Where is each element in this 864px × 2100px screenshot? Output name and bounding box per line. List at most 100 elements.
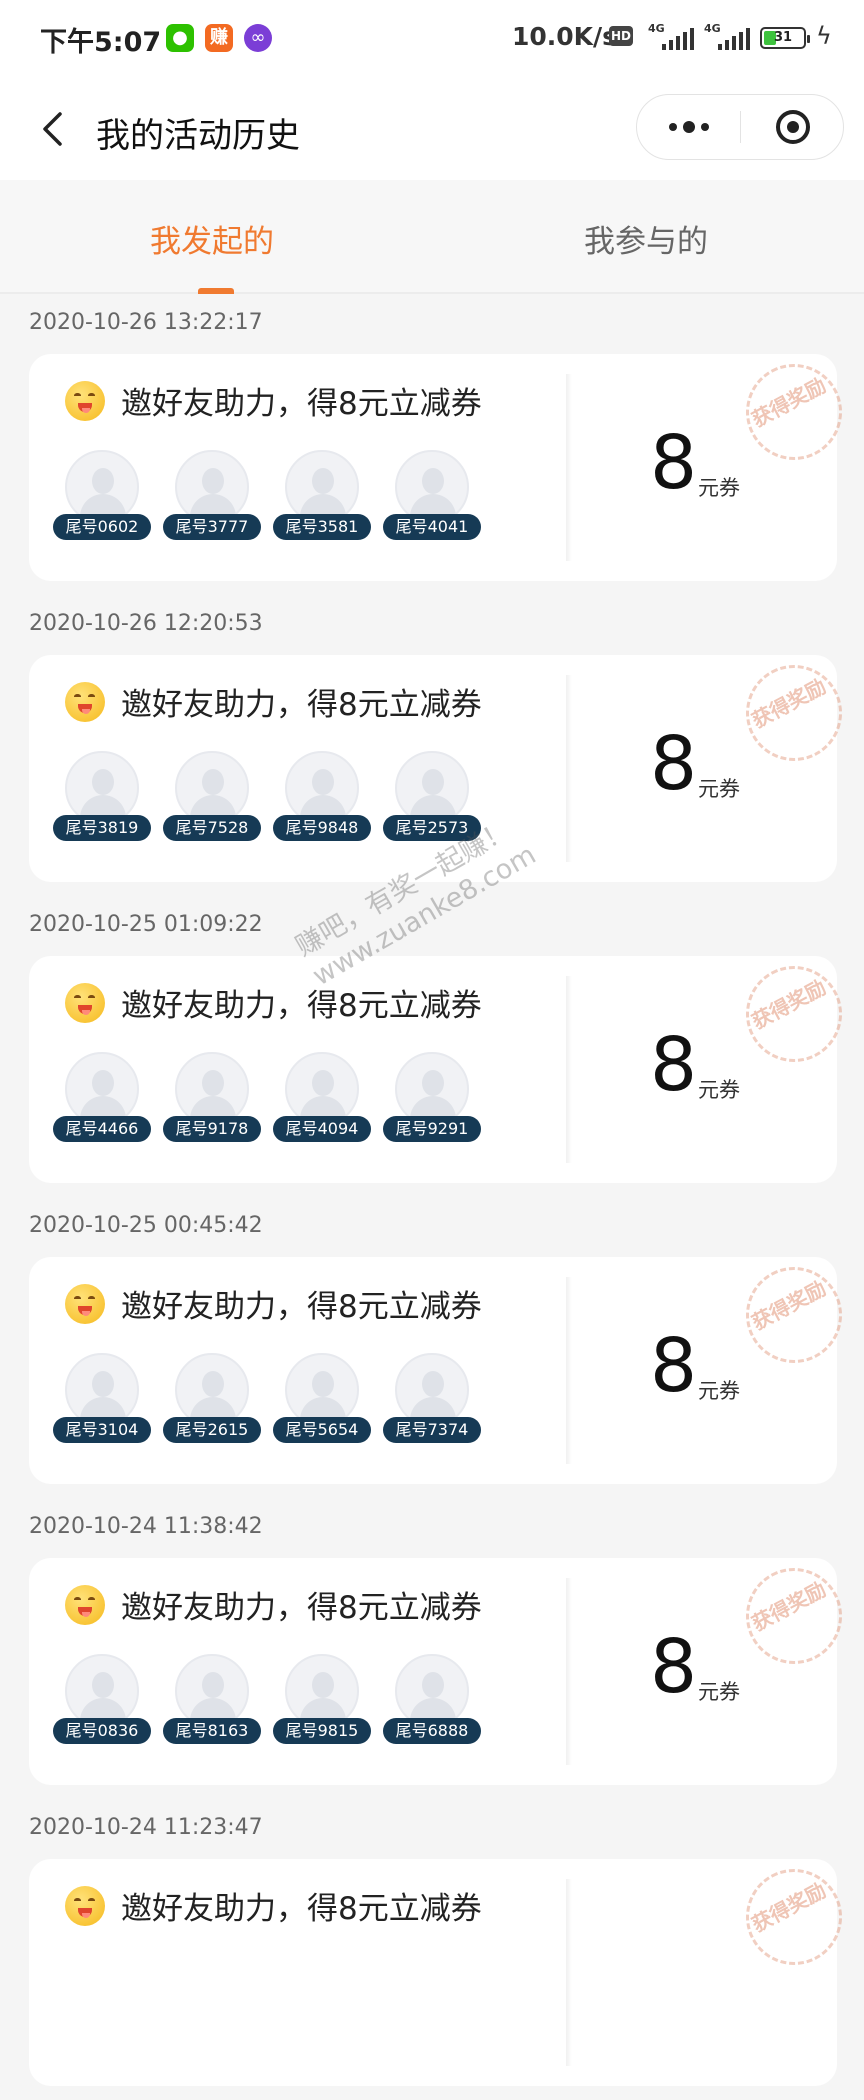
list-item: 2020-10-25 01:09:22 邀好友助力，得8元立减券 尾号4466 … [0,896,864,1197]
friend-avatar: 尾号0836 [53,1654,153,1746]
friend-avatar: 尾号4466 [53,1052,153,1144]
activity-date: 2020-10-24 11:23:47 [29,1815,263,1840]
friend-tail-number: 尾号8163 [163,1718,261,1744]
tab-participated[interactable]: 我参与的 [584,216,708,261]
avatar-placeholder-icon [395,1052,469,1126]
reward-unit: 元券 [698,1680,740,1704]
list-item: 2020-10-26 12:20:53 邀好友助力，得8元立减券 尾号3819 … [0,595,864,896]
friend-avatar: 尾号2615 [163,1353,263,1445]
smile-emoji-icon [65,381,105,421]
reward-stamp: 获得奖励 [729,648,859,778]
friend-avatar: 尾号3819 [53,751,153,843]
friend-tail-number: 尾号0602 [53,514,151,540]
reward-panel: 8 元券 获得奖励 [572,1250,859,1484]
friend-avatar: 尾号0602 [53,450,153,542]
friend-tail-number: 尾号0836 [53,1718,151,1744]
friend-tail-number: 尾号4466 [53,1116,151,1142]
activity-title: 邀好友助力，得8元立减券 [121,1590,482,1626]
activity-title: 邀好友助力，得8元立减券 [121,386,482,422]
activity-title: 邀好友助力，得8元立减券 [121,1289,482,1325]
reward-unit: 元券 [698,777,740,801]
avatar-placeholder-icon [175,1353,249,1427]
network-speed: 10.0K/s [512,22,618,51]
list-item: 2020-10-24 11:38:42 邀好友助力，得8元立减券 尾号0836 … [0,1498,864,1799]
friend-avatar: 尾号5654 [273,1353,373,1445]
wechat-icon: ● [166,24,194,52]
activity-card[interactable]: 邀好友助力，得8元立减券 尾号3819 尾号7528 尾号9848 尾号2573… [29,648,859,882]
avatar-placeholder-icon [175,1654,249,1728]
tab-initiated[interactable]: 我发起的 [150,216,274,261]
avatar-placeholder-icon [395,751,469,825]
nav-bar: 我的活动历史 [0,78,864,180]
reward-panel: 8 元券 获得奖励 [572,1551,859,1785]
mini-program-capsule [636,94,844,160]
reward-amount: 8 [650,721,698,807]
activity-card[interactable]: 邀好友助力，得8元立减券 获得奖励 [29,1852,859,2086]
smile-emoji-icon [65,1284,105,1324]
reward-unit: 元券 [698,476,740,500]
activity-card[interactable]: 邀好友助力，得8元立减券 尾号0836 尾号8163 尾号9815 尾号6888… [29,1551,859,1785]
avatar-placeholder-icon [175,751,249,825]
back-button[interactable] [30,104,80,154]
tab-bar: 我发起的 我参与的 [0,180,864,294]
avatar-placeholder-icon [65,450,139,524]
smile-emoji-icon [65,1585,105,1625]
reward-amount: 8 [650,1022,698,1108]
avatar-placeholder-icon [285,1654,359,1728]
hd-icon: HD [609,26,633,46]
reward-amount: 8 [650,420,698,506]
reward-stamp: 获得奖励 [729,1852,859,1982]
target-close-icon [776,110,810,144]
reward-panel: 8 元券 获得奖励 [572,949,859,1183]
reward-panel: 8 元券 获得奖励 [572,648,859,882]
activity-date: 2020-10-25 01:09:22 [29,912,263,937]
signal-icon: 4G [704,22,750,50]
avatar-placeholder-icon [65,1052,139,1126]
avatar-placeholder-icon [285,751,359,825]
avatar-placeholder-icon [65,751,139,825]
friend-avatar: 尾号9178 [163,1052,263,1144]
close-mini-program-button[interactable] [741,95,845,159]
friend-tail-number: 尾号4094 [273,1116,371,1142]
friend-tail-number: 尾号9848 [273,815,371,841]
reward-amount: 8 [650,1624,698,1710]
avatar-placeholder-icon [395,450,469,524]
avatar-placeholder-icon [285,450,359,524]
more-dots-icon [669,121,709,133]
friend-tail-number: 尾号7374 [383,1417,481,1443]
activity-title: 邀好友助力，得8元立减券 [121,687,482,723]
activity-date: 2020-10-26 13:22:17 [29,310,263,335]
friend-avatar: 尾号8163 [163,1654,263,1746]
reward-panel: 获得奖励 [572,1852,859,2086]
link-icon: ∞ [244,24,272,52]
friend-tail-number: 尾号3581 [273,514,371,540]
friend-avatar: 尾号7528 [163,751,263,843]
activity-card[interactable]: 邀好友助力，得8元立减券 尾号4466 尾号9178 尾号4094 尾号9291… [29,949,859,1183]
battery-icon: 31 [760,27,810,49]
friend-avatar: 尾号4041 [383,450,483,542]
reward-stamp: 获得奖励 [729,347,859,477]
friend-avatar: 尾号6888 [383,1654,483,1746]
list-item: 2020-10-24 11:23:47 邀好友助力，得8元立减券 获得奖励 [0,1799,864,2100]
avatar-placeholder-icon [65,1654,139,1728]
activity-title: 邀好友助力，得8元立减券 [121,1891,482,1927]
friend-tail-number: 尾号9815 [273,1718,371,1744]
friend-tail-number: 尾号4041 [383,514,481,540]
friend-avatar: 尾号9815 [273,1654,373,1746]
reward-stamp: 获得奖励 [729,1250,859,1380]
friend-avatar: 尾号7374 [383,1353,483,1445]
status-bar: 下午5:07 ● 赚 ∞ 10.0K/s HD 4G 4G 31 ϟ [0,0,864,78]
more-button[interactable] [637,95,741,159]
friend-tail-number: 尾号9291 [383,1116,481,1142]
chevron-left-icon [43,112,62,146]
activity-card[interactable]: 邀好友助力，得8元立减券 尾号0602 尾号3777 尾号3581 尾号4041… [29,347,859,581]
smile-emoji-icon [65,1886,105,1926]
earn-app-icon: 赚 [205,24,233,52]
friend-avatar: 尾号4094 [273,1052,373,1144]
reward-unit: 元券 [698,1078,740,1102]
friend-tail-number: 尾号5654 [273,1417,371,1443]
page-title: 我的活动历史 [96,116,300,156]
friend-avatar: 尾号3777 [163,450,263,542]
friend-avatar: 尾号2573 [383,751,483,843]
activity-card[interactable]: 邀好友助力，得8元立减券 尾号3104 尾号2615 尾号5654 尾号7374… [29,1250,859,1484]
